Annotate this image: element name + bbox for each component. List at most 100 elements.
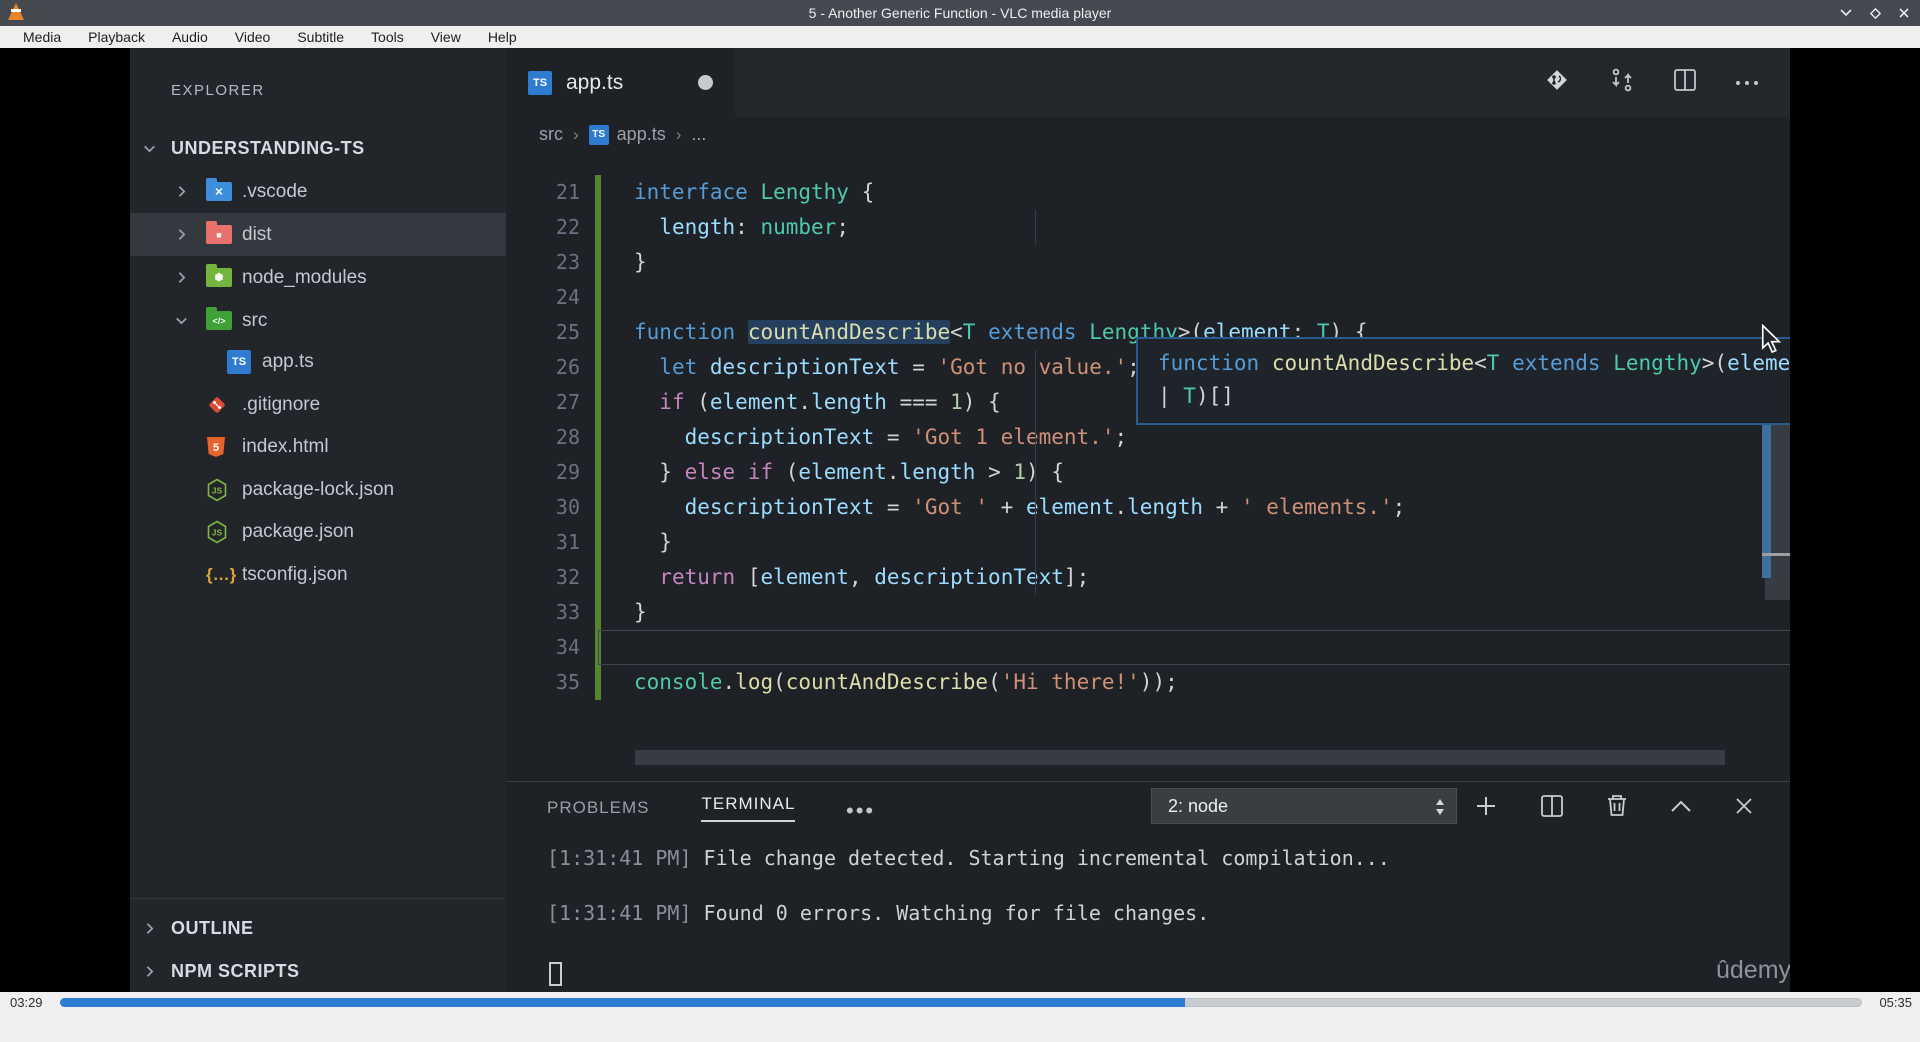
terminal-output[interactable]: [1:31:41 PM] File change detected. Start… bbox=[547, 838, 1747, 988]
seek-bar[interactable] bbox=[60, 998, 1862, 1007]
bottom-panel: PROBLEMS TERMINAL ••• 2: node [1:31:41 PM… bbox=[506, 781, 1790, 992]
project-section-header[interactable]: UNDERSTANDING-TS bbox=[130, 127, 506, 170]
menu-subtitle[interactable]: Subtitle bbox=[284, 27, 358, 47]
code-line-32[interactable]: 32 return [element, descriptionText]; bbox=[506, 560, 1790, 595]
chevron-right-icon bbox=[173, 269, 190, 286]
svg-text:JS: JS bbox=[212, 527, 223, 537]
menu-media[interactable]: Media bbox=[10, 27, 75, 47]
section-npm-scripts[interactable]: NPM SCRIPTS bbox=[130, 950, 506, 992]
terminal-cursor bbox=[549, 962, 562, 986]
breadcrumb-appts[interactable]: app.ts bbox=[617, 124, 666, 145]
tree-item-package-json[interactable]: JS package.json bbox=[130, 510, 506, 553]
line-number: 26 bbox=[555, 355, 580, 379]
line-number: 34 bbox=[555, 635, 580, 659]
code-line-30[interactable]: 30 descriptionText = 'Got ' + element.le… bbox=[506, 490, 1790, 525]
kill-terminal-icon[interactable] bbox=[1606, 793, 1628, 823]
screen: 5 - Another Generic Function - VLC media… bbox=[0, 0, 1920, 1042]
split-editor-icon[interactable] bbox=[1672, 67, 1698, 98]
code-line-24[interactable]: 24 bbox=[506, 280, 1790, 315]
panel-tabs: PROBLEMS TERMINAL bbox=[547, 790, 796, 826]
chevron-right-icon bbox=[173, 183, 190, 200]
line-number: 35 bbox=[555, 670, 580, 694]
menu-help[interactable]: Help bbox=[475, 27, 531, 47]
tab-appts[interactable]: TS app.ts bbox=[506, 48, 735, 117]
indent-guide bbox=[1035, 350, 1036, 595]
code-line-33[interactable]: 33} bbox=[506, 595, 1790, 630]
line-number: 24 bbox=[555, 285, 580, 309]
close-button[interactable] bbox=[1898, 7, 1910, 19]
tree-item--gitignore[interactable]: .gitignore bbox=[130, 383, 506, 426]
code-line-29[interactable]: 29 } else if (element.length > 1) { bbox=[506, 455, 1790, 490]
seek-progress bbox=[60, 998, 1185, 1007]
explorer-title: EXPLORER bbox=[171, 82, 265, 99]
breadcrumb-src[interactable]: src bbox=[539, 124, 563, 145]
line-number: 21 bbox=[555, 180, 580, 204]
tree-item-node-modules[interactable]: ⬢ node_modules bbox=[130, 256, 506, 299]
explorer-sidebar: EXPLORER UNDERSTANDING-TS ✕ .vscode ■ dist ⬢ n… bbox=[130, 48, 506, 992]
breadcrumb-symbol[interactable]: ... bbox=[691, 124, 706, 145]
section-outline[interactable]: OUTLINE bbox=[130, 907, 506, 950]
braces-icon: {…} bbox=[206, 564, 237, 584]
typescript-file-icon: TS bbox=[528, 70, 552, 95]
minimize-button[interactable] bbox=[1839, 8, 1853, 18]
folder-vscode-icon: ✕ bbox=[206, 178, 232, 201]
breadcrumb-separator: › bbox=[573, 124, 579, 144]
tree-item-package-lock-json[interactable]: JS package-lock.json bbox=[130, 468, 506, 511]
menu-view[interactable]: View bbox=[418, 27, 475, 47]
tree-item-tsconfig-json[interactable]: {…} tsconfig.json bbox=[130, 553, 506, 596]
close-panel-icon[interactable] bbox=[1734, 796, 1754, 821]
code-line-28[interactable]: 28 descriptionText = 'Got 1 element.'; bbox=[506, 420, 1790, 455]
terminal-select[interactable]: 2: node bbox=[1151, 788, 1457, 824]
tree-item-src[interactable]: </> src bbox=[130, 299, 506, 342]
code-line-35[interactable]: 35 console.log(countAndDescribe('Hi there… bbox=[506, 665, 1790, 700]
code-line-22[interactable]: 22 length: number; bbox=[506, 210, 1790, 245]
tree-item--vscode[interactable]: ✕ .vscode bbox=[130, 170, 506, 213]
breadcrumb-separator: › bbox=[675, 124, 682, 144]
node-icon: JS bbox=[206, 520, 228, 544]
open-changes-icon[interactable] bbox=[1542, 65, 1572, 100]
tree-item-index-html[interactable]: 5 index.html bbox=[130, 425, 506, 468]
compare-changes-icon[interactable] bbox=[1608, 66, 1636, 99]
tree-item-dist[interactable]: ■ dist bbox=[130, 213, 506, 256]
node-icon: JS bbox=[206, 478, 228, 502]
panel-overflow-icon[interactable]: ••• bbox=[846, 798, 875, 824]
tree-item-app-ts[interactable]: TS app.ts bbox=[130, 340, 506, 383]
code-line-31[interactable]: 31 } bbox=[506, 525, 1790, 560]
mouse-cursor bbox=[1758, 323, 1784, 359]
menu-audio[interactable]: Audio bbox=[159, 27, 222, 47]
tooltip-line: function countAndDescribe<T extends Leng… bbox=[1158, 347, 1790, 380]
menu-tools[interactable]: Tools bbox=[358, 27, 418, 47]
maximize-panel-icon[interactable] bbox=[1670, 799, 1692, 818]
line-number: 23 bbox=[555, 250, 580, 274]
video-frame[interactable]: EXPLORER UNDERSTANDING-TS ✕ .vscode ■ dist ⬢ n… bbox=[0, 48, 1920, 992]
scrollbar-decoration bbox=[1762, 403, 1771, 578]
code-line-23[interactable]: 23} bbox=[506, 245, 1790, 280]
modified-dot-icon[interactable] bbox=[698, 75, 713, 90]
menu-playback[interactable]: Playback bbox=[75, 27, 159, 47]
maximize-button[interactable] bbox=[1869, 7, 1882, 20]
code-line-21[interactable]: 21 interface Lengthy { bbox=[506, 175, 1790, 210]
chevron-right-icon bbox=[173, 226, 190, 243]
scrollbar-marker bbox=[1762, 553, 1790, 556]
horizontal-scrollbar[interactable] bbox=[635, 750, 1725, 765]
panel-tab-problems[interactable]: PROBLEMS bbox=[547, 798, 649, 818]
line-number: 25 bbox=[555, 320, 580, 344]
chevron-down-icon bbox=[173, 312, 190, 329]
udemy-watermark: ûdemy bbox=[1716, 956, 1790, 984]
vlc-titlebar: 5 - Another Generic Function - VLC media… bbox=[0, 0, 1920, 26]
typescript-file-icon: TS bbox=[588, 124, 609, 145]
line-number: 28 bbox=[555, 425, 580, 449]
editor-actions bbox=[1542, 48, 1760, 117]
new-terminal-icon[interactable] bbox=[1474, 794, 1498, 823]
menu-video[interactable]: Video bbox=[222, 27, 285, 47]
tab-label: app.ts bbox=[566, 70, 624, 94]
total-time: 05:35 bbox=[1879, 995, 1912, 1010]
panel-tab-terminal[interactable]: TERMINAL bbox=[701, 794, 796, 822]
line-number: 27 bbox=[555, 390, 580, 414]
line-number: 29 bbox=[555, 460, 580, 484]
select-arrows-icon bbox=[1434, 796, 1446, 823]
split-terminal-icon[interactable] bbox=[1540, 794, 1564, 823]
vlc-menubar: Media Playback Audio Video Subtitle Tools View… bbox=[0, 26, 1920, 48]
code-editor[interactable]: 21 interface Lengthy {22 length: number; 2… bbox=[506, 152, 1790, 781]
more-actions-icon[interactable] bbox=[1734, 74, 1760, 92]
